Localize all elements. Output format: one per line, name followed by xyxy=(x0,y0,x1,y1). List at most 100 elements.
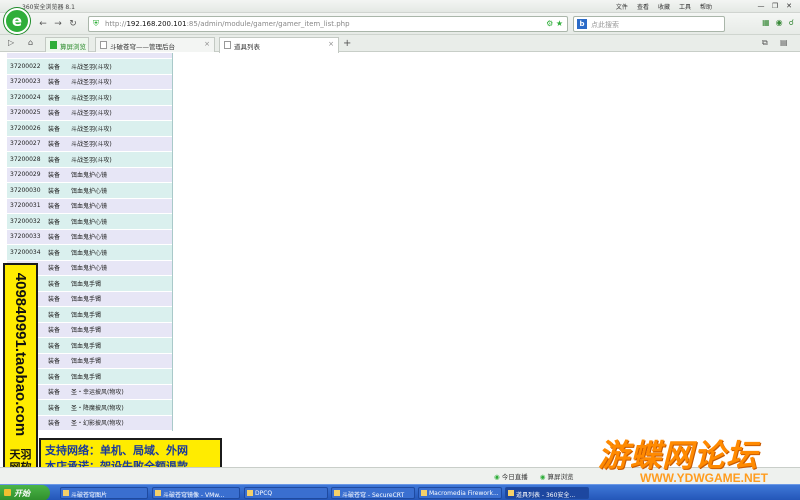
table-cell-name: 饵血鬼护心镜 xyxy=(71,234,108,242)
table-cell-name: 饵血鬼手镯 xyxy=(71,280,102,288)
sidebar-toggle-icon[interactable]: ▷ xyxy=(8,38,14,47)
table-cell-type: 装备 xyxy=(48,358,61,366)
table-cell-type: 装备 xyxy=(48,141,61,149)
browser-logo[interactable]: e xyxy=(4,8,30,34)
table-cell-type: 装备 xyxy=(48,373,61,381)
table-cell-id: 37200026 xyxy=(10,124,41,132)
table-cell-type: 装备 xyxy=(48,327,61,335)
menu-help[interactable]: 帮助 xyxy=(700,2,712,11)
table-cell-type: 装备 xyxy=(48,342,61,350)
taskbar-item[interactable]: Macromedia Firework... xyxy=(418,487,502,499)
search-engine-icon[interactable]: b xyxy=(577,19,587,29)
tab-admin[interactable]: 斗破苍穹——管理后台 × xyxy=(95,37,215,52)
tab-speed-browse[interactable]: 算屏浏览 xyxy=(45,37,89,52)
table-row: 37200031 装备 饵血鬼护心镜 xyxy=(7,198,172,214)
table-cell-type: 装备 xyxy=(48,79,61,87)
table-cell-id: 37200031 xyxy=(10,202,41,210)
table-row: 37200033 装备 饵血鬼护心镜 xyxy=(7,229,172,245)
home-icon[interactable]: ⌂ xyxy=(28,38,33,47)
table-cell-name: 饵血鬼手镯 xyxy=(71,327,102,335)
table-cell-type: 装备 xyxy=(48,296,61,304)
title-bar: 360安全浏览器 8.1 文件 查看 收藏 工具 帮助 — ❐ ✕ xyxy=(0,0,800,13)
tab-menu-icon[interactable]: ▤ xyxy=(780,38,788,47)
address-host: 192.168.200.101 xyxy=(126,20,187,28)
table-cell-type: 装备 xyxy=(48,280,61,288)
taskbar-item[interactable]: 斗破苍穹图片 xyxy=(60,487,148,499)
taskbar-item[interactable]: 斗破苍穹 - SecureCRT xyxy=(331,487,415,499)
minimize-button[interactable]: — xyxy=(754,0,768,12)
table-cell-name: 斗战圣羽(斗攻) xyxy=(71,79,112,87)
table-cell-type: 装备 xyxy=(48,156,61,164)
table-row: 37200024 装备 斗战圣羽(斗攻) xyxy=(7,90,172,106)
refresh-icon[interactable]: ↻ xyxy=(66,17,80,31)
back-arrow-icon[interactable]: ← xyxy=(36,17,50,31)
table-row: 37200030 装备 饵血鬼护心镜 xyxy=(7,183,172,199)
table-cell-id: 37200022 xyxy=(10,62,41,70)
tab-item-list[interactable]: 道具列表 × xyxy=(219,37,339,53)
table-row: 37200034 装备 饵血鬼护心镜 xyxy=(7,245,172,261)
app-title: 360安全浏览器 8.1 xyxy=(22,4,75,11)
table-cell-id: 37200034 xyxy=(10,248,41,256)
table-row: 37200025 装备 斗战圣羽(斗攻) xyxy=(7,105,172,121)
page-icon xyxy=(100,41,107,49)
menu-favorites[interactable]: 收藏 xyxy=(658,2,670,11)
close-tab-icon[interactable]: × xyxy=(204,40,210,48)
window-controls: — ❐ ✕ xyxy=(754,0,796,12)
start-button[interactable]: 开始 xyxy=(0,485,50,500)
address-tools-icon[interactable]: ⚙ ★ xyxy=(546,19,563,28)
table-row: 37200022 装备 斗战圣羽(斗攻) xyxy=(7,59,172,75)
table-cell-id: 37200032 xyxy=(10,217,41,225)
speed-browse-link[interactable]: ◉ 算屏浏览 xyxy=(540,471,574,481)
menu-view[interactable]: 查看 xyxy=(637,2,649,11)
table-cell-type: 装备 xyxy=(48,404,61,412)
table-cell-name: 饵血鬼护心镜 xyxy=(71,203,108,211)
table-cell-type: 装备 xyxy=(48,311,61,319)
live-today-link[interactable]: ◉ 今日直播 xyxy=(494,471,528,481)
taskbar-item-active[interactable]: 道具列表 - 360安全... xyxy=(505,487,589,499)
table-cell-name: 斗战圣羽(斗攻) xyxy=(71,110,112,118)
search-icon[interactable]: ☌ xyxy=(789,18,794,27)
table-cell-name: 饵血鬼手镯 xyxy=(71,358,102,366)
table-row: 37200023 装备 斗战圣羽(斗攻) xyxy=(7,74,172,90)
menu-bar: 文件 查看 收藏 工具 帮助 xyxy=(616,2,712,11)
shield-icon: ⛨ xyxy=(93,19,99,28)
table-cell-type: 装备 xyxy=(48,389,61,397)
forward-arrow-icon[interactable]: → xyxy=(51,17,65,31)
table-row: 37200032 装备 饵血鬼护心镜 xyxy=(7,214,172,230)
search-placeholder: 点此搜索 xyxy=(591,21,619,29)
promo-vertical-banner: 409840991.taobao.com 天羽 网软 xyxy=(3,263,38,479)
close-window-button[interactable]: ✕ xyxy=(782,0,796,12)
table-cell-name: 斗战圣羽(斗攻) xyxy=(71,94,112,102)
new-tab-button[interactable]: + xyxy=(343,38,351,49)
taskbar: 开始 斗破苍穹图片 斗破苍穹镜像 - VMw... DPCQ 斗破苍穹 - Se… xyxy=(0,484,800,500)
table-cell-id: 37200033 xyxy=(10,233,41,241)
taskbar-item[interactable]: 斗破苍穹镜像 - VMw... xyxy=(152,487,240,499)
table-cell-id: 37200023 xyxy=(10,78,41,86)
table-row: 37200027 装备 斗战圣羽(斗攻) xyxy=(7,136,172,152)
table-cell-name: 饵血鬼护心镜 xyxy=(71,187,108,195)
menu-file[interactable]: 文件 xyxy=(616,2,628,11)
restore-tab-icon[interactable]: ⧉ xyxy=(762,38,768,48)
toolbar-right: ▦ ◉ ☌ xyxy=(762,18,794,27)
table-cell-type: 装备 xyxy=(48,234,61,242)
table-cell-id: 37200025 xyxy=(10,109,41,117)
address-url[interactable]: http://192.168.200.101:85/admin/module/g… xyxy=(105,20,350,28)
security-shield-icon[interactable]: ◉ xyxy=(776,18,783,27)
table-cell-type: 装备 xyxy=(48,63,61,71)
page-icon xyxy=(224,41,231,49)
close-tab-icon[interactable]: × xyxy=(328,40,334,48)
watermark-logo: 游蝶网论坛 WWW.YDWGAME.NET xyxy=(598,438,768,485)
table-cell-id: 37200030 xyxy=(10,186,41,194)
table-cell-type: 装备 xyxy=(48,172,61,180)
table-cell-name: 圣・降魔披风(物攻) xyxy=(71,404,124,412)
table-row: 37200028 装备 斗战圣羽(斗攻) xyxy=(7,152,172,168)
address-bar[interactable]: ⛨ http://192.168.200.101:85/admin/module… xyxy=(88,16,568,32)
table-cell-id: 37200028 xyxy=(10,155,41,163)
taskbar-item[interactable]: DPCQ xyxy=(244,487,328,499)
menu-tools[interactable]: 工具 xyxy=(679,2,691,11)
table-cell-name: 圣・幸运披风(物攻) xyxy=(71,389,124,397)
maximize-button[interactable]: ❐ xyxy=(768,0,782,12)
apps-grid-icon[interactable]: ▦ xyxy=(762,18,770,27)
search-box[interactable]: b 点此搜索 xyxy=(573,16,725,32)
table-cell-name: 饵血鬼手镯 xyxy=(71,373,102,381)
